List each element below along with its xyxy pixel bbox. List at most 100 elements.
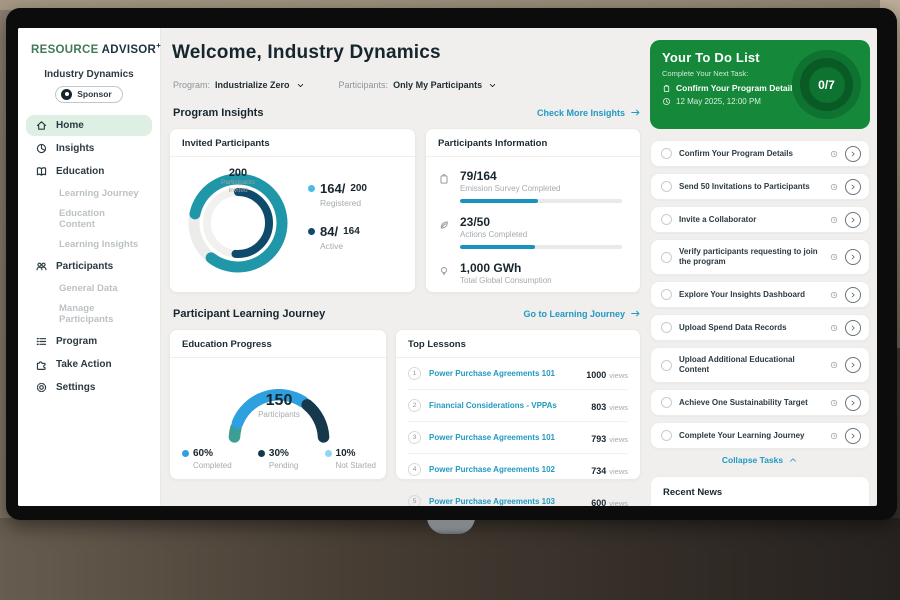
legend-label: Not Started	[336, 461, 376, 470]
lesson-row: 3 Power Purchase Agreements 101 793views	[408, 422, 628, 454]
program-icon	[35, 335, 48, 348]
task-checkbox[interactable]	[661, 181, 672, 192]
clock-icon	[830, 291, 838, 299]
legend-label: Registered	[320, 198, 367, 208]
sidebar-nav: Home Insights Education Learning Journey…	[18, 115, 160, 398]
sidebar-item-manage-participants[interactable]: Manage Participants	[26, 299, 152, 329]
monitor-bezel: RESOURCE ADVISOR+ Industry Dynamics Spon…	[6, 8, 897, 520]
task-checkbox[interactable]	[661, 397, 672, 408]
logo-text-advisor: ADVISOR	[102, 44, 157, 56]
gauge-legend: 60% Completed 30% Pending 10% Not Starte…	[182, 448, 376, 470]
collapse-tasks-link[interactable]: Collapse Tasks	[650, 455, 870, 465]
info-value: 23/50	[460, 215, 626, 229]
task-item-explore-insights[interactable]: Explore Your Insights Dashboard	[650, 281, 870, 308]
participants-filter-dropdown[interactable]: Participants: Only My Participants	[339, 80, 498, 90]
task-open-button[interactable]	[845, 287, 861, 303]
task-open-button[interactable]	[845, 320, 861, 336]
lesson-link[interactable]: Financial Considerations - VPPAs	[429, 401, 583, 410]
legend-item-completed: 60% Completed	[182, 448, 232, 470]
clock-icon	[830, 150, 838, 158]
info-value: 1,000 GWh	[460, 261, 626, 275]
take-action-icon	[35, 358, 48, 371]
sidebar-item-general-data[interactable]: General Data	[26, 279, 152, 298]
legend-item-not-started: 10% Not Started	[325, 448, 376, 470]
org-name: Industry Dynamics	[18, 69, 160, 80]
lesson-link[interactable]: Power Purchase Agreements 103	[429, 497, 583, 506]
sidebar-item-education[interactable]: Education	[26, 161, 152, 182]
task-item-achieve-sustainability-target[interactable]: Achieve One Sustainability Target	[650, 389, 870, 416]
sidebar-item-label: Take Action	[56, 359, 112, 370]
task-item-confirm-program-details[interactable]: Confirm Your Program Details	[650, 140, 870, 167]
progress-bar-track	[460, 245, 622, 249]
lesson-link[interactable]: Power Purchase Agreements 101	[429, 433, 583, 442]
info-row-emission-survey: 79/164 Emission Survey Completed	[426, 157, 640, 203]
donut-legend: 164/200 Registered 84/164 Active	[308, 181, 367, 267]
task-label: Confirm Your Program Details	[679, 149, 823, 159]
task-checkbox[interactable]	[661, 252, 672, 263]
sidebar-item-label: Settings	[56, 382, 95, 393]
task-open-button[interactable]	[845, 428, 861, 444]
task-checkbox[interactable]	[661, 289, 672, 300]
progress-bar-track	[460, 199, 622, 203]
lesson-link[interactable]: Power Purchase Agreements 101	[429, 369, 578, 378]
task-clipboard-icon	[662, 84, 671, 93]
task-item-complete-learning-journey[interactable]: Complete Your Learning Journey	[650, 422, 870, 449]
task-checkbox[interactable]	[661, 148, 672, 159]
task-open-button[interactable]	[845, 395, 861, 411]
todo-next-task-label: Confirm Your Program Details	[676, 83, 797, 93]
lesson-rank-badge: 1	[408, 367, 421, 380]
chevron-up-icon	[788, 455, 798, 465]
sidebar-item-settings[interactable]: Settings	[26, 377, 152, 398]
check-more-insights-link[interactable]: Check More Insights	[537, 107, 641, 118]
task-open-button[interactable]	[845, 249, 861, 265]
sidebar-item-program[interactable]: Program	[26, 331, 152, 352]
sidebar-item-take-action[interactable]: Take Action	[26, 354, 152, 375]
sidebar-item-insights[interactable]: Insights	[26, 138, 152, 159]
task-item-verify-participants[interactable]: Verify participants requesting to join t…	[650, 239, 870, 275]
settings-icon	[35, 381, 48, 394]
todo-progress-ring-track: 0/7	[800, 58, 853, 111]
lesson-views-suffix: views	[609, 403, 628, 412]
task-checkbox[interactable]	[661, 214, 672, 225]
legend-value: 10%	[336, 448, 356, 459]
go-to-learning-journey-link[interactable]: Go to Learning Journey	[523, 308, 641, 319]
sidebar-item-learning-journey[interactable]: Learning Journey	[26, 184, 152, 203]
task-open-button[interactable]	[845, 357, 861, 373]
dashboard-screen: RESOURCE ADVISOR+ Industry Dynamics Spon…	[18, 28, 877, 506]
legend-value: 84/	[320, 224, 338, 239]
task-checkbox[interactable]	[661, 430, 672, 441]
participants-icon	[35, 260, 48, 273]
task-checkbox[interactable]	[661, 322, 672, 333]
lesson-link[interactable]: Power Purchase Agreements 102	[429, 465, 583, 474]
task-open-button[interactable]	[845, 179, 861, 195]
chevron-down-icon	[488, 81, 497, 90]
top-lessons-card: Top Lessons 1 Power Purchase Agreements …	[395, 329, 641, 480]
lesson-views-count: 734	[591, 466, 606, 476]
arrow-right-icon	[630, 107, 641, 118]
chevron-right-icon	[849, 291, 857, 299]
task-item-send-invitations[interactable]: Send 50 Invitations to Participants	[650, 173, 870, 200]
sidebar-item-learning-insights[interactable]: Learning Insights	[26, 235, 152, 254]
progress-bar-fill	[460, 199, 538, 203]
legend-dot	[182, 450, 189, 457]
participants-filter-label: Participants:	[339, 80, 389, 90]
sidebar-item-home[interactable]: Home	[26, 115, 152, 136]
info-row-actions: 23/50 Actions Completed	[426, 203, 640, 249]
task-item-invite-collaborator[interactable]: Invite a Collaborator	[650, 206, 870, 233]
task-open-button[interactable]	[845, 146, 861, 162]
chevron-right-icon	[849, 183, 857, 191]
section-program-insights: Program Insights	[173, 107, 263, 119]
task-label: Complete Your Learning Journey	[679, 431, 823, 441]
task-item-upload-educational-content[interactable]: Upload Additional Educational Content	[650, 347, 870, 383]
lesson-views-suffix: views	[609, 435, 628, 444]
clock-icon	[830, 216, 838, 224]
main-area: Welcome, Industry Dynamics Program: Indu…	[161, 28, 877, 506]
program-filter-dropdown[interactable]: Program: Industrialize Zero	[173, 80, 305, 90]
sidebar-item-label: Participants	[56, 261, 113, 272]
task-checkbox[interactable]	[661, 360, 672, 371]
task-open-button[interactable]	[845, 212, 861, 228]
sidebar-item-education-content[interactable]: Education Content	[26, 204, 152, 234]
info-label: Total Global Consumption	[460, 276, 626, 285]
sidebar-item-participants[interactable]: Participants	[26, 256, 152, 277]
task-item-upload-spend-data[interactable]: Upload Spend Data Records	[650, 314, 870, 341]
